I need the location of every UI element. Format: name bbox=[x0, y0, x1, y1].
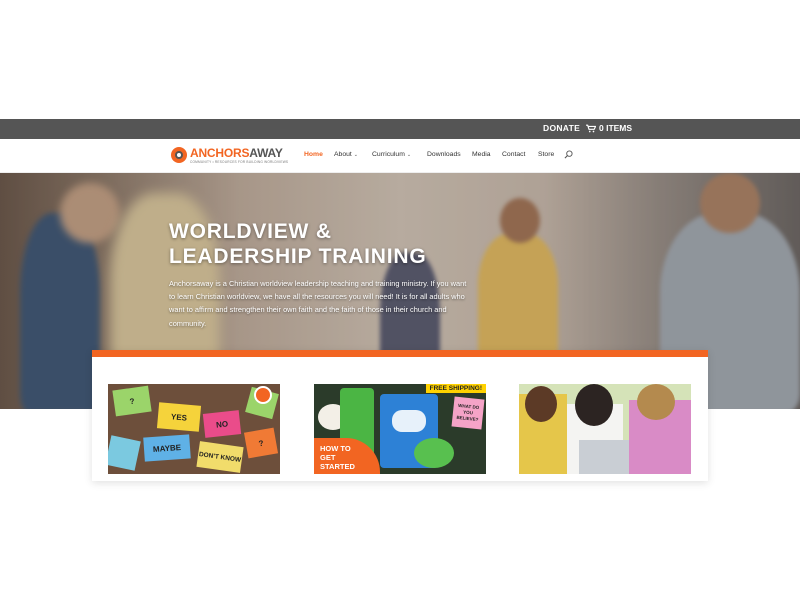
chevron-down-icon: ⌄ bbox=[406, 151, 412, 158]
nav-item-contact[interactable]: Contact bbox=[502, 151, 525, 158]
feature-card-students[interactable] bbox=[519, 384, 691, 474]
student-photo bbox=[637, 384, 675, 420]
nav-item-media[interactable]: Media bbox=[472, 151, 491, 158]
airplane-window-image bbox=[392, 410, 426, 432]
site-logo[interactable]: ANCHORSAWAY COMMUNITY • RESOURCES FOR BU… bbox=[171, 147, 288, 164]
sticky-note bbox=[108, 435, 141, 471]
student-photo bbox=[525, 386, 557, 422]
chevron-down-icon: ⌄ bbox=[353, 151, 358, 158]
nav-item-about[interactable]: About ⌄ bbox=[334, 151, 358, 158]
sticky-note: YES bbox=[156, 402, 202, 432]
sticky-note: DON'T KNOW bbox=[196, 441, 244, 473]
anchor-logo-icon bbox=[171, 147, 187, 163]
sticky-note: ? bbox=[243, 427, 279, 459]
nav-item-downloads[interactable]: Downloads bbox=[427, 151, 461, 158]
product-image bbox=[414, 438, 454, 468]
search-icon[interactable] bbox=[564, 150, 573, 159]
hero-description: Anchorsaway is a Christian worldview lea… bbox=[169, 279, 467, 328]
free-shipping-badge: FREE SHIPPING! bbox=[425, 384, 486, 393]
feature-card-get-started[interactable]: FREE SHIPPING! WHAT DO YOU BELIEVE? HOW … bbox=[314, 384, 486, 474]
top-utility-bar: DONATE 0 ITEMS bbox=[0, 119, 800, 139]
feature-card-questions[interactable]: ? YES NO MAYBE DON'T KNOW ? bbox=[108, 384, 280, 474]
laptop-image bbox=[579, 440, 629, 474]
page: DONATE 0 ITEMS ANCHORSAWAY COMMUNITY • R… bbox=[0, 0, 800, 600]
nav-item-store[interactable]: Store bbox=[538, 151, 554, 158]
student-photo bbox=[575, 384, 613, 426]
nav-item-home[interactable]: Home bbox=[304, 151, 323, 158]
cart-link[interactable]: 0 ITEMS bbox=[586, 123, 632, 133]
logo-tagline: COMMUNITY • RESOURCES FOR BUILDING WORLD… bbox=[190, 160, 289, 164]
cart-icon bbox=[586, 124, 596, 132]
nav-item-curriculum[interactable]: Curriculum ⌄ bbox=[372, 151, 411, 158]
sticky-note: MAYBE bbox=[143, 434, 191, 462]
sticky-note: ? bbox=[112, 385, 152, 417]
cart-label: 0 ITEMS bbox=[599, 123, 633, 133]
donate-link[interactable]: DONATE bbox=[543, 123, 580, 133]
hero-title: WORLDVIEW & LEADERSHIP TRAINING bbox=[169, 220, 427, 268]
anchor-logo-icon bbox=[254, 386, 272, 404]
logo-wordmark: ANCHORSAWAY bbox=[190, 146, 283, 160]
sticky-note: NO bbox=[202, 410, 242, 438]
sticky-note: WHAT DO YOU BELIEVE? bbox=[451, 396, 485, 430]
